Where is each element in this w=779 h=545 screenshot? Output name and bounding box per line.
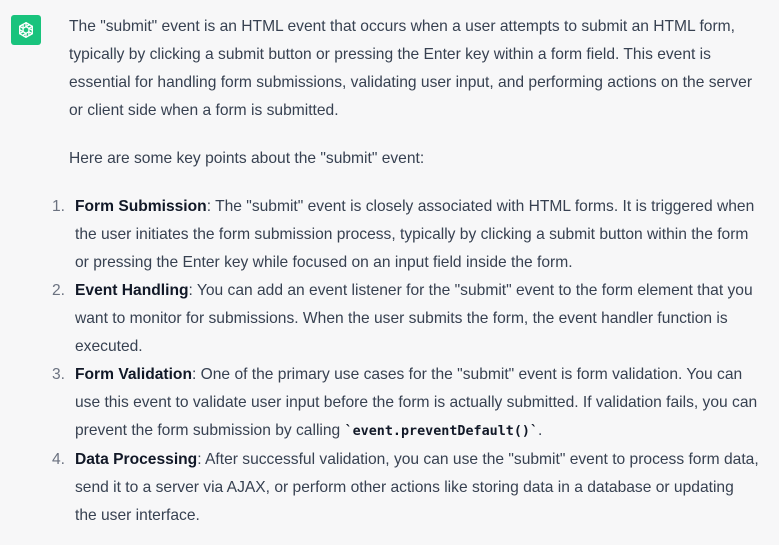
message-content: The "submit" event is an HTML event that… (52, 13, 759, 530)
list-item: 3. Form Validation: One of the primary us… (52, 361, 759, 446)
point-term: Form Validation (75, 366, 192, 383)
point-term: Form Submission (75, 198, 207, 215)
point-term: Event Handling (75, 282, 189, 299)
key-points-list: 1. Form Submission: The "submit" event is… (52, 193, 759, 530)
intro-paragraph: The "submit" event is an HTML event that… (69, 18, 753, 119)
point-text-end: . (538, 422, 543, 439)
list-number: 2. (52, 282, 66, 299)
list-item: 2. Event Handling: You can add an event l… (52, 277, 759, 361)
point-term: Data Processing (75, 451, 198, 468)
list-number: 3. (52, 366, 66, 383)
list-number: 4. (52, 451, 66, 468)
openai-logo-icon (19, 22, 33, 38)
list-item: 1. Form Submission: The "submit" event is… (52, 193, 759, 277)
list-number: 1. (52, 198, 66, 215)
assistant-message: The "submit" event is an HTML event that… (0, 0, 779, 545)
assistant-avatar (11, 15, 41, 45)
lead-paragraph: Here are some key points about the "subm… (69, 150, 425, 167)
list-item: 4. Data Processing: After successful vali… (52, 446, 759, 530)
inline-code: `event.preventDefault()` (344, 424, 539, 439)
